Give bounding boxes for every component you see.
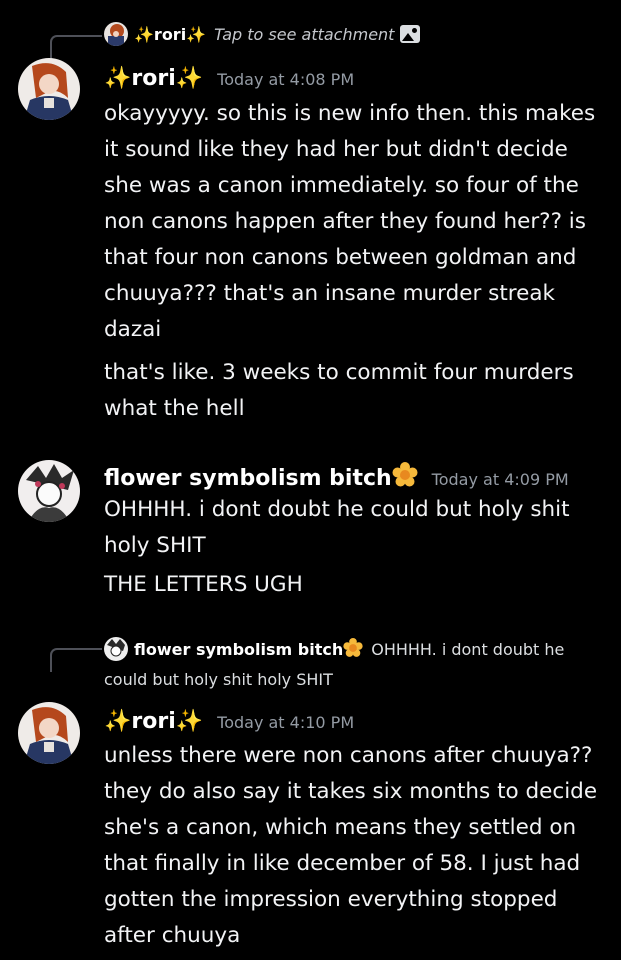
reply-author[interactable]: flower symbolism bitch [134, 638, 363, 659]
blossom-emoji [343, 638, 363, 666]
message-header: ✨rori✨ Today at 4:08 PM [104, 66, 354, 91]
message-text: okayyyyy. so this is new info then. this… [104, 101, 596, 342]
message-header: ✨rori✨ Today at 4:10 PM [104, 709, 354, 734]
message-text: that's like. 3 weeks to commit four murd… [104, 360, 574, 421]
reply-avatar [104, 22, 128, 46]
reply-author[interactable]: ✨rori✨ [134, 25, 206, 44]
message-text: OHHHH. i dont doubt he could but holy sh… [104, 497, 570, 558]
message-author[interactable]: flower symbolism bitch [104, 462, 418, 494]
reply-connector [50, 648, 102, 672]
avatar[interactable] [18, 702, 80, 764]
avatar[interactable] [18, 460, 80, 522]
avatar[interactable] [18, 58, 80, 120]
reply-preview[interactable]: Tap to see attachment [214, 25, 394, 44]
reply-reference[interactable]: flower symbolism bitch OHHHH. i dont doub… [104, 636, 584, 693]
message-author[interactable]: ✨rori✨ [104, 709, 203, 734]
image-icon [400, 25, 421, 43]
message-author[interactable]: ✨rori✨ [104, 66, 203, 91]
message-timestamp: Today at 4:10 PM [217, 713, 355, 732]
message-timestamp: Today at 4:08 PM [217, 70, 355, 89]
blossom-emoji [392, 462, 418, 494]
reply-avatar [104, 637, 128, 661]
message-text: THE LETTERS UGH [104, 572, 303, 597]
message-timestamp: Today at 4:09 PM [431, 470, 569, 489]
message-header: flower symbolism bitch Today at 4:09 PM [104, 462, 569, 494]
reply-reference[interactable]: ✨rori✨ Tap to see attachment [104, 22, 421, 46]
reply-connector [50, 35, 102, 59]
reply-author-name: flower symbolism bitch [134, 640, 344, 659]
author-name: flower symbolism bitch [104, 466, 392, 491]
message-text: unless there were non canons after chuuy… [104, 743, 598, 948]
